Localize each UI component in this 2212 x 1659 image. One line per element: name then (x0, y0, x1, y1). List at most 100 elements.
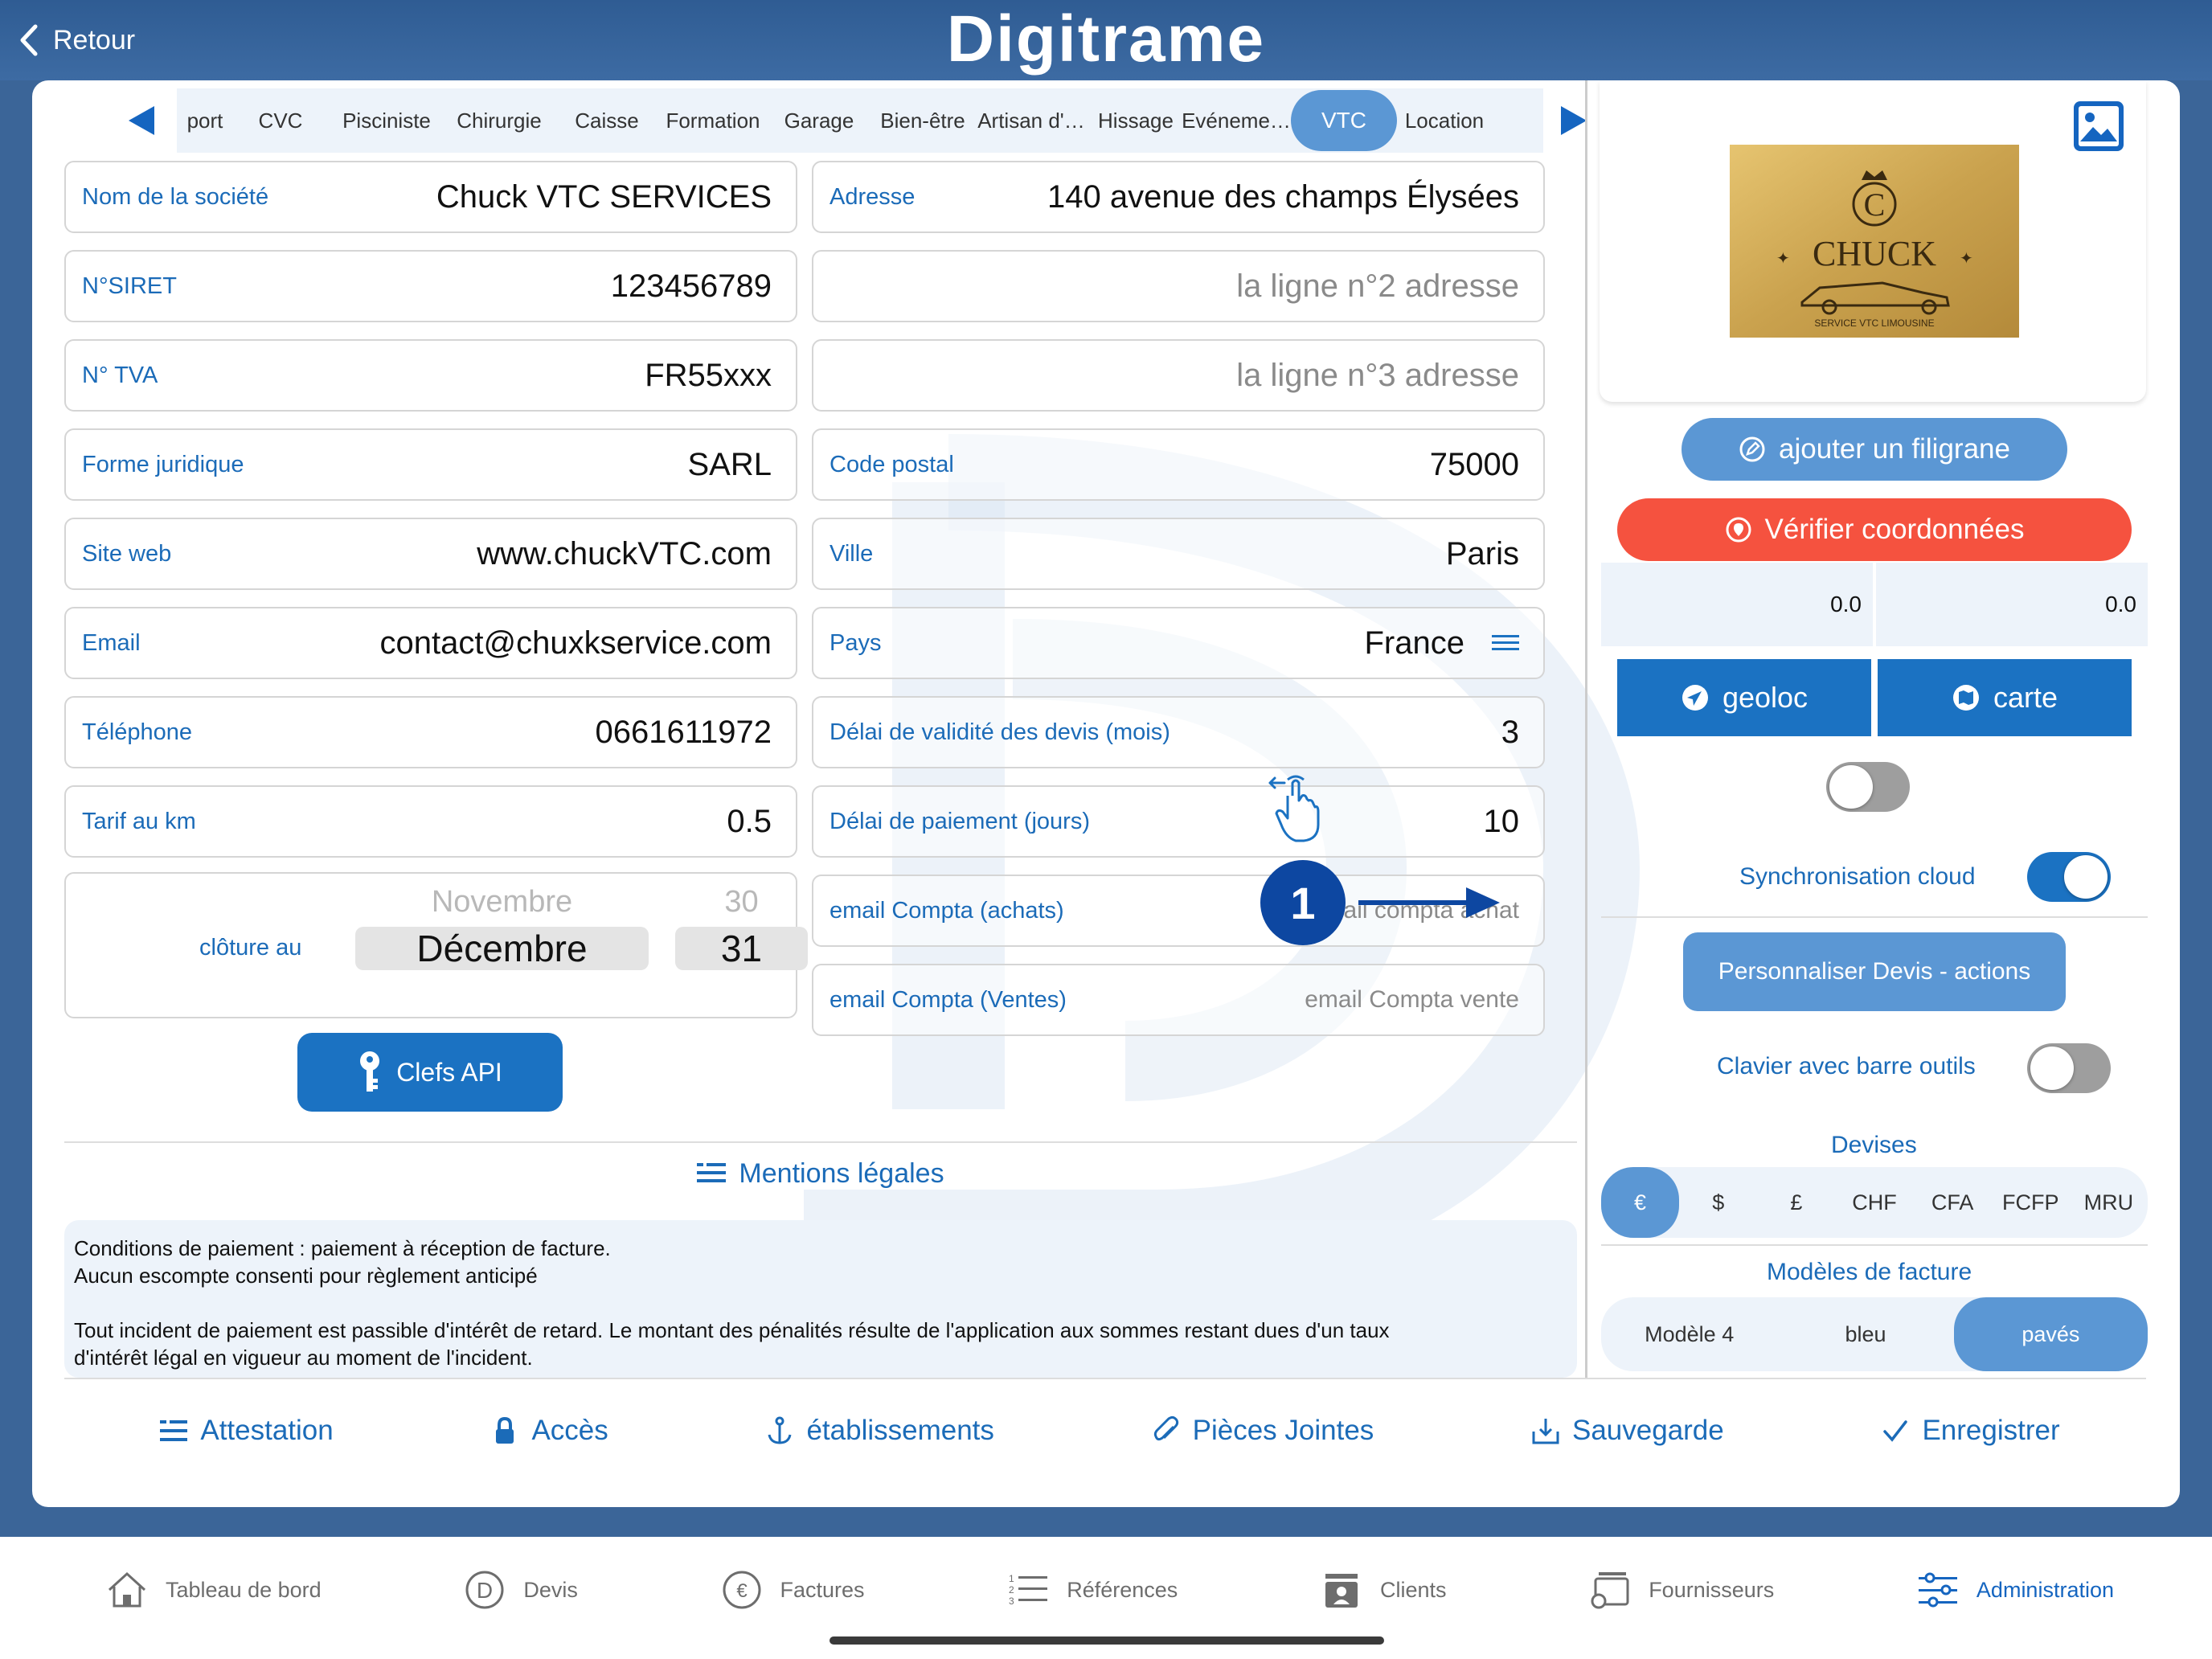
tabbar-suppliers[interactable]: Fournisseurs (1587, 1558, 1774, 1622)
siret-field[interactable]: N°SIRET 123456789 (64, 250, 797, 322)
home-indicator (830, 1636, 1384, 1645)
address-line2-field[interactable]: la ligne n°2 adresse (812, 250, 1545, 322)
tabbar-quotes[interactable]: D Devis (462, 1558, 578, 1622)
tabbar-clients[interactable]: Clients (1319, 1558, 1447, 1622)
country-field[interactable]: Pays France (812, 607, 1545, 679)
tabbar-invoices[interactable]: € Factures (719, 1558, 865, 1622)
phone-field[interactable]: Téléphone 0661611972 (64, 696, 797, 768)
closure-date-picker: clôture au Novembre Décembre 30 31 (64, 872, 808, 1018)
tab-chirurgie[interactable]: Chirurgie (445, 90, 553, 151)
verify-coordinates-button[interactable]: Vérifier coordonnées (1617, 498, 2132, 561)
tva-field[interactable]: N° TVA FR55xxx (64, 339, 797, 412)
currency-option[interactable]: £ (1757, 1167, 1835, 1238)
field-value: FR55xxx (645, 357, 772, 393)
checkmark-icon (1883, 1420, 1908, 1442)
invoice-model-option[interactable]: Modèle 4 (1601, 1297, 1777, 1371)
tab-vtc[interactable]: VTC (1291, 90, 1397, 151)
cloud-sync-toggle[interactable] (2027, 852, 2111, 902)
establishments-button[interactable]: établissements (764, 1415, 994, 1447)
address-line3-field[interactable]: la ligne n°3 adresse (812, 339, 1545, 412)
tab-port[interactable]: port (177, 90, 233, 151)
currency-option[interactable]: CFA (1914, 1167, 1992, 1238)
tab-cvc[interactable]: CVC (233, 90, 328, 151)
tab-garage[interactable]: Garage (765, 90, 873, 151)
tab-bien-etre[interactable]: Bien-être (873, 90, 973, 151)
save-button[interactable]: Enregistrer (1880, 1415, 2060, 1447)
euro-circle-icon: € (723, 1571, 761, 1609)
verify-coordinates-label: Vérifier coordonnées (1764, 514, 2025, 545)
tabbar-label: Références (1067, 1577, 1178, 1602)
key-icon (360, 1051, 380, 1092)
country-value-wrap: France (1365, 625, 1519, 662)
add-watermark-button[interactable]: ajouter un filigrane (1682, 418, 2067, 481)
attestation-button[interactable]: Attestation (158, 1415, 334, 1447)
api-keys-button[interactable]: Clefs API (297, 1033, 563, 1112)
tabbar-administration[interactable]: Administration (1915, 1558, 2114, 1622)
currency-option[interactable]: MRU (2070, 1167, 2148, 1238)
city-field[interactable]: Ville Paris (812, 518, 1545, 590)
rate-per-km-field[interactable]: Tarif au km 0.5 (64, 785, 797, 858)
field-label: Pays (830, 629, 882, 656)
tabbar-dashboard[interactable]: Tableau de bord (104, 1558, 322, 1622)
access-label: Accès (531, 1415, 608, 1446)
tab-location[interactable]: Location (1397, 90, 1492, 151)
address-field[interactable]: Adresse 140 avenue des champs Élysées (812, 161, 1545, 233)
svg-text:2: 2 (1009, 1584, 1014, 1596)
tab-bar-items: Tableau de bord D Devis € Factures 123 R… (104, 1558, 2114, 1622)
quote-validity-field[interactable]: Délai de validité des devis (mois) 3 (812, 696, 1545, 768)
legal-mentions-header[interactable]: Mentions légales (64, 1149, 1577, 1198)
company-name-field[interactable]: Nom de la société Chuck VTC SERVICES (64, 161, 797, 233)
arrow-right-icon (1358, 887, 1500, 918)
top-navigation-bar: Retour Digitrame (0, 0, 2212, 80)
keyboard-toolbar-toggle[interactable] (2027, 1043, 2111, 1093)
navigation-arrow-icon (1682, 685, 1708, 711)
toggle-knob (2064, 855, 2108, 899)
tab-pisciniste[interactable]: Pisciniste (328, 90, 445, 151)
attachments-button[interactable]: Pièces Jointes (1151, 1415, 1374, 1447)
tabs-scroll-right-icon[interactable] (1561, 106, 1587, 135)
legal-mentions-textarea[interactable]: Conditions de paiement : paiement à réce… (64, 1220, 1577, 1378)
invoice-model-option[interactable]: bleu (1777, 1297, 1953, 1371)
tabbar-references[interactable]: 123 Références (1006, 1558, 1178, 1622)
legal-mentions-title: Mentions légales (739, 1157, 944, 1189)
legal-form-field[interactable]: Forme juridique SARL (64, 428, 797, 501)
payment-delay-field[interactable]: Délai de paiement (jours) 10 (812, 785, 1545, 858)
tab-formation[interactable]: Formation (661, 90, 765, 151)
postal-code-field[interactable]: Code postal 75000 (812, 428, 1545, 501)
svg-text:✦: ✦ (1960, 250, 1973, 268)
unlabeled-toggle[interactable] (1826, 762, 1910, 812)
longitude-field[interactable]: 0.0 (1876, 563, 2148, 646)
tab-evenement[interactable]: Evéneme… (1182, 90, 1291, 151)
section-divider (64, 1141, 1577, 1143)
tabs-scroll-left-icon[interactable] (129, 106, 154, 135)
email-field[interactable]: Email contact@chuxkservice.com (64, 607, 797, 679)
latitude-field[interactable]: 0.0 (1601, 563, 1873, 646)
list-icon (697, 1163, 727, 1182)
api-keys-label: Clefs API (396, 1057, 502, 1087)
image-picker-icon[interactable] (2072, 100, 2125, 153)
access-button[interactable]: Accès (490, 1415, 608, 1447)
invoice-model-option[interactable]: pavés (1953, 1297, 2149, 1371)
field-value: Paris (1445, 535, 1519, 571)
geoloc-button[interactable]: geoloc (1617, 659, 1871, 736)
email-sales-field[interactable]: email Compta (Ventes) email Compta vente (812, 964, 1545, 1036)
menu-icon[interactable] (1492, 633, 1519, 653)
website-field[interactable]: Site web www.chuckVTC.com (64, 518, 797, 590)
currency-option[interactable]: FCFP (1992, 1167, 2070, 1238)
currency-option[interactable]: € (1601, 1167, 1680, 1238)
backup-button[interactable]: Sauvegarde (1530, 1415, 1724, 1447)
tab-artisan[interactable]: Artisan d'… (973, 90, 1090, 151)
field-label: Code postal (830, 451, 954, 477)
currency-option[interactable]: CHF (1835, 1167, 1913, 1238)
field-placeholder: la ligne n°3 adresse (1236, 357, 1519, 393)
tab-caisse[interactable]: Caisse (553, 90, 661, 151)
field-value: 10 (1483, 803, 1520, 839)
month-wheel[interactable]: Novembre Décembre (355, 885, 649, 1006)
attachments-label: Pièces Jointes (1192, 1415, 1374, 1446)
toggle-knob (2030, 1047, 2074, 1090)
map-button[interactable]: carte (1878, 659, 2132, 736)
tab-hissage[interactable]: Hissage (1090, 90, 1182, 151)
customize-quote-actions-button[interactable]: Personnaliser Devis - actions (1683, 932, 2066, 1011)
currency-option[interactable]: $ (1679, 1167, 1757, 1238)
day-wheel[interactable]: 30 31 (675, 885, 808, 1006)
